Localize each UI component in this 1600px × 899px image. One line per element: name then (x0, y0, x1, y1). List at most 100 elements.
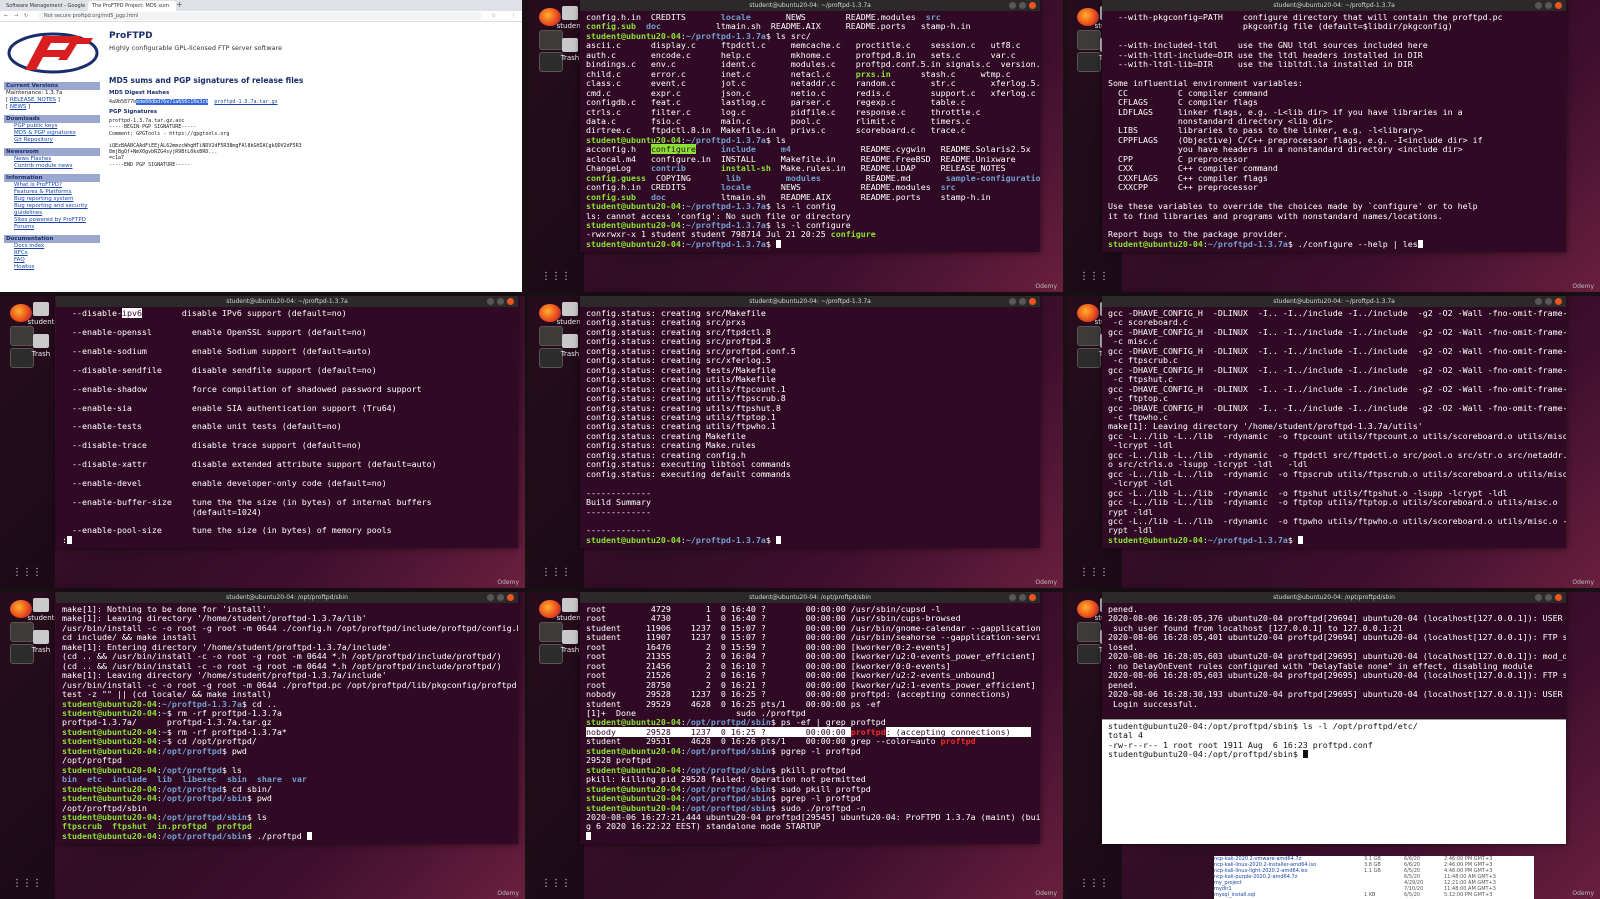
terminal-output[interactable]: gcc -DHAVE_CONFIG_H -DLINUX -I.. -I../in… (1102, 307, 1566, 548)
window-controls (484, 298, 514, 309)
terminal-text: disable IPv6 support (default=no) (141, 308, 347, 318)
show-apps-icon[interactable]: ⋮⋮⋮ (541, 878, 571, 889)
terminal-titlebar[interactable]: student@ubuntu20-04: /opt/proftpd/sbin (1102, 592, 1566, 603)
maximize-icon[interactable] (1545, 594, 1552, 601)
terminal-cursor (586, 831, 591, 840)
home-folder-icon[interactable]: student (24, 598, 58, 622)
sidebar-item-features[interactable]: Features & Platforms (4, 189, 100, 196)
sidebar-item-faq[interactable]: FAQ (4, 257, 100, 264)
show-apps-icon[interactable]: ⋮⋮⋮ (541, 567, 571, 578)
maximize-icon[interactable] (1545, 2, 1552, 9)
terminal-window[interactable]: student@ubuntu20-04: ~/proftpd-1.3.7a --… (1102, 0, 1566, 252)
minimize-icon[interactable] (487, 594, 494, 601)
terminal-window[interactable]: student@ubuntu20-04: ~/proftpd-1.3.7a gcc… (1102, 296, 1566, 548)
terminal-output[interactable]: config.status: creating src/Makefile conf… (580, 307, 1040, 548)
terminal-output[interactable]: --disable-ipv6 disable IPv6 support (def… (56, 307, 518, 548)
home-folder-icon[interactable]: student (24, 302, 58, 326)
terminal-titlebar[interactable]: student@ubuntu20-04: ~/proftpd-1.3.7a (580, 296, 1040, 307)
maximize-icon[interactable] (1019, 2, 1026, 9)
sidebar-item-bug-system[interactable]: Bug reporting system (4, 196, 100, 203)
minimize-icon[interactable] (1535, 298, 1542, 305)
sidebar-item-docs-index[interactable]: Docs index (4, 243, 100, 250)
trash-label: Trash (31, 646, 51, 654)
terminal-titlebar[interactable]: student@ubuntu20-04: /opt/proftpd/sbin (580, 592, 1040, 603)
terminal-titlebar[interactable]: student@ubuntu20-04: ~/proftpd-1.3.7a (1102, 296, 1566, 307)
minimize-icon[interactable] (1009, 298, 1016, 305)
terminal-output[interactable]: root 4729 1 0 16:40 ? 00:00:00 /usr/sbin… (580, 603, 1040, 844)
terminal-titlebar[interactable]: student@ubuntu20-04: ~/proftpd-1.3.7a (1102, 0, 1566, 11)
minimize-icon[interactable] (1535, 2, 1542, 9)
sidebar-item-howtos[interactable]: Howtos (4, 264, 100, 271)
browser-tab-1[interactable]: Software Management - Google (2, 1, 90, 11)
terminal-window[interactable]: student@ubuntu20-04: /opt/proftpd/sbin pe… (1102, 592, 1566, 844)
show-apps-icon[interactable]: ⋮⋮⋮ (12, 567, 42, 578)
maximize-icon[interactable] (497, 298, 504, 305)
maximize-icon[interactable] (497, 594, 504, 601)
terminal-window[interactable]: student@ubuntu20-04: /opt/proftpd/sbin ma… (56, 592, 518, 844)
maximize-icon[interactable] (1019, 594, 1026, 601)
browser-tab-2[interactable]: The ProFTPD Project: MD5 sum (88, 1, 176, 11)
terminal-output[interactable]: --with-pkgconfig=PATH configure director… (1102, 11, 1566, 252)
sidebar-item-sites[interactable]: Sites powered by ProFTPD (4, 217, 100, 224)
back-icon[interactable]: ← (4, 11, 8, 21)
terminal-output-lower[interactable]: student@ubuntu20-04:/opt/proftpd/sbin$ l… (1102, 719, 1566, 844)
show-apps-icon[interactable]: ⋮⋮⋮ (541, 271, 571, 282)
trash-icon[interactable]: Trash (24, 334, 58, 358)
release-notes-link[interactable]: RELEASE_NOTES (10, 97, 56, 103)
sidebar-item-contrib-news[interactable]: Contrib module news (4, 163, 100, 170)
menu-icon[interactable]: ⋮ (511, 11, 516, 21)
address-bar[interactable]: Not secure proftpd.org/md5_pgp.html (38, 12, 482, 20)
forward-icon[interactable]: → (14, 11, 18, 21)
terminal-titlebar[interactable]: student@ubuntu20-04: ~/proftpd-1.3.7a (56, 296, 518, 307)
terminal-window[interactable]: student@ubuntu20-04: /opt/proftpd/sbin ro… (580, 592, 1040, 844)
close-icon[interactable] (1555, 594, 1562, 601)
file-row[interactable]: mysql_install.sql 1 KB 6/5/20 5:12:00 PM GM… (1214, 892, 1534, 898)
terminal-output[interactable]: make[1]: Nothing to be done for 'install… (56, 603, 518, 844)
sidebar-item-forums[interactable]: Forums (4, 224, 100, 231)
show-apps-icon[interactable]: ⋮⋮⋮ (12, 878, 42, 889)
show-apps-icon[interactable]: ⋮⋮⋮ (1079, 271, 1109, 282)
terminal-window[interactable]: student@ubuntu20-04: ~/proftpd-1.3.7a --… (56, 296, 518, 548)
trash-icon[interactable]: Trash (24, 630, 58, 654)
folder-icon (562, 6, 578, 20)
sidebar-item-what-is[interactable]: What is ProFTPD? (4, 182, 100, 189)
close-icon[interactable] (1029, 594, 1036, 601)
terminal-titlebar[interactable]: student@ubuntu20-04: ~/proftpd-1.3.7a (580, 0, 1040, 11)
maximize-icon[interactable] (1019, 298, 1026, 305)
new-tab-icon[interactable]: + (176, 0, 183, 9)
terminal-window[interactable]: student@ubuntu20-04: ~/proftpd-1.3.7a con… (580, 296, 1040, 548)
terminal-titlebar[interactable]: student@ubuntu20-04: /opt/proftpd/sbin (56, 592, 518, 603)
terminal-window[interactable]: student@ubuntu20-04: ~/proftpd-1.3.7a con… (580, 0, 1040, 252)
close-icon[interactable] (507, 298, 514, 305)
close-icon[interactable] (1029, 298, 1036, 305)
show-apps-icon[interactable]: ⋮⋮⋮ (1079, 567, 1109, 578)
md5-file-link[interactable]: proftpd-1.3.7a.tar.gz (214, 99, 277, 105)
trash-label: Trash (560, 54, 580, 62)
minimize-icon[interactable] (487, 298, 494, 305)
terminal-output[interactable]: pened. 2020-08-06 16:28:05,376 ubuntu20-0… (1102, 603, 1566, 719)
sidebar-item-git[interactable]: Git Repository (4, 137, 100, 144)
minimize-icon[interactable] (1009, 2, 1016, 9)
news-link[interactable]: NEWS (10, 104, 27, 110)
maximize-icon[interactable] (1545, 298, 1552, 305)
terminal-text: --enable-sia enable SIA authentication s… (62, 402, 397, 413)
sidebar-item-bug-guidelines[interactable]: Bug reporting and security guidelines (4, 203, 100, 217)
show-apps-icon[interactable]: ⋮⋮⋮ (1079, 878, 1109, 889)
reload-icon[interactable]: ↻ (24, 11, 28, 21)
md5-hash-selected[interactable]: ede60dbd76e71a656c10e3cb (136, 99, 209, 105)
sidebar-item-pgp-keys[interactable]: PGP public keys (4, 123, 100, 130)
minimize-icon[interactable] (1009, 594, 1016, 601)
sidebar-item-md5-signatures[interactable]: MD5 & PGP signatures (4, 130, 100, 137)
close-icon[interactable] (1029, 2, 1036, 9)
sidebar-item-news-flashes[interactable]: News Flashes (4, 156, 100, 163)
sidebar-item-rfcs[interactable]: RFCs (4, 250, 100, 257)
minimize-icon[interactable] (1535, 594, 1542, 601)
terminal-output[interactable]: config.h.in CREDITS locale NEWS README.m… (580, 11, 1040, 252)
close-icon[interactable] (1555, 2, 1562, 9)
close-icon[interactable] (507, 594, 514, 601)
site-title[interactable]: ProFTPD (109, 31, 153, 41)
terminal-text: gcc -DHAVE_CONFIG_H -DLINUX -I.. -I../in… (1108, 364, 1566, 375)
close-icon[interactable] (1555, 298, 1562, 305)
terminal-line: Login successful. (1108, 699, 1560, 709)
star-icon[interactable]: ☆ (492, 11, 496, 21)
